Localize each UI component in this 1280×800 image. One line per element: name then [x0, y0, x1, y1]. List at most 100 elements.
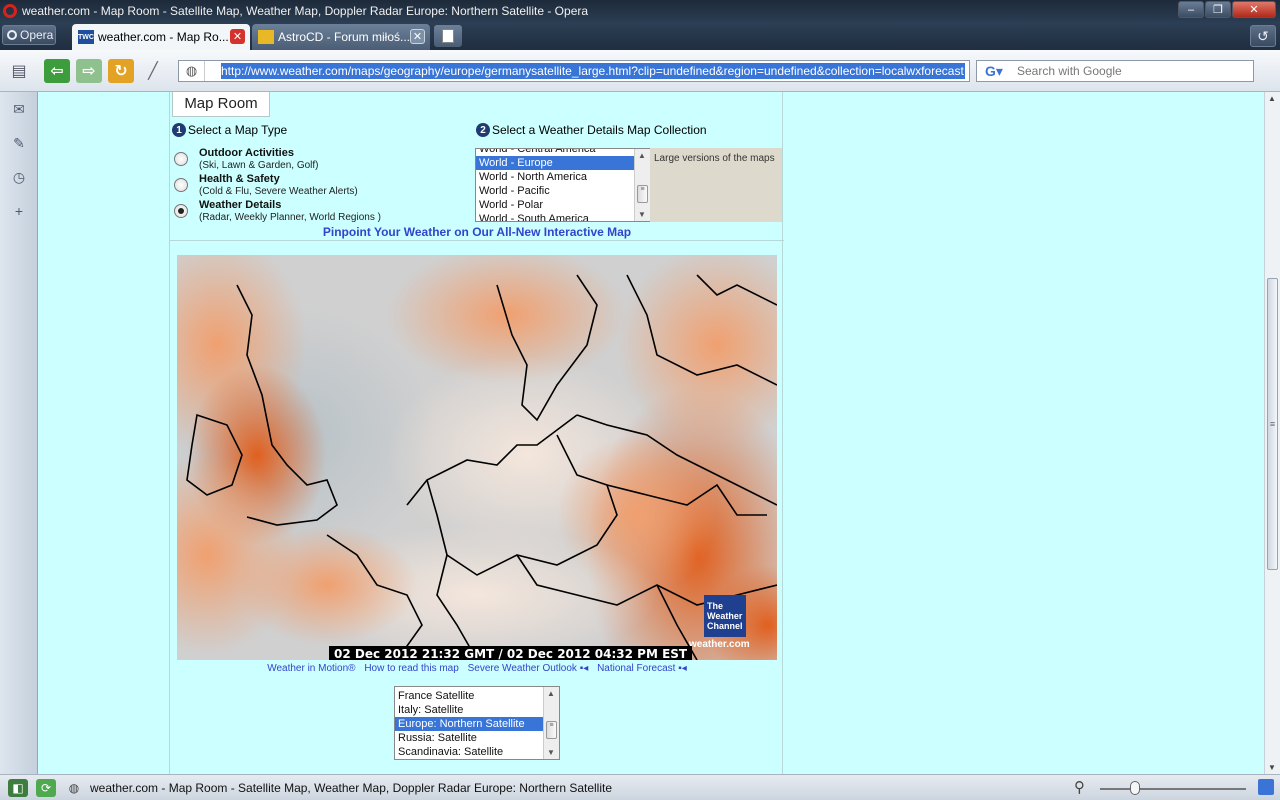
- logo-line: The: [707, 601, 724, 611]
- list-item[interactable]: World - Central America: [476, 149, 650, 156]
- option-outdoor-activities[interactable]: Outdoor Activities (Ski, Lawn & Garden, …: [174, 147, 319, 171]
- tab-label: weather.com - Map Ro...: [98, 30, 229, 44]
- maximize-button[interactable]: ❐: [1205, 1, 1231, 18]
- list-item[interactable]: Italy: Satellite: [395, 703, 559, 717]
- scroll-up-icon[interactable]: ▲: [1268, 94, 1276, 103]
- link-label: Severe Weather Outlook: [467, 663, 577, 674]
- opera-logo-icon: [3, 4, 17, 18]
- zoom-icon[interactable]: ⚲: [1074, 778, 1085, 796]
- page-scroll-thumb[interactable]: ≡: [1267, 278, 1278, 570]
- forward-button[interactable]: ⇨: [76, 59, 102, 83]
- tab-label: AstroCD - Forum miłoś...: [278, 30, 411, 44]
- list-item[interactable]: France Satellite: [395, 689, 559, 703]
- feeds-panel-button[interactable]: ✎: [8, 132, 30, 154]
- list-item[interactable]: World - North America: [476, 170, 650, 184]
- option-title: Outdoor Activities: [199, 147, 294, 159]
- region-listbox[interactable]: France Satellite Italy: Satellite Europe…: [394, 686, 560, 760]
- reload-icon: ↻: [114, 63, 128, 80]
- close-tab-icon[interactable]: ✕: [410, 29, 425, 44]
- tab-weather[interactable]: TWC weather.com - Map Ro... ✕: [72, 24, 250, 50]
- map-timestamp: 02 Dec 2012 21:32 GMT / 02 Dec 2012 04:3…: [329, 646, 693, 660]
- forward-arrow-icon: ⇨: [82, 63, 96, 80]
- history-icon: ◷: [12, 168, 26, 185]
- closed-tabs-button[interactable]: ↺: [1250, 25, 1276, 47]
- step-2-badge: 2: [476, 123, 490, 137]
- weather-details-radio[interactable]: [174, 204, 188, 218]
- address-input[interactable]: http://www.weather.com/maps/geography/eu…: [221, 63, 965, 79]
- scroll-up-icon[interactable]: ▲: [547, 689, 555, 698]
- link-label: National Forecast: [597, 663, 676, 674]
- zoom-control[interactable]: ⚲: [1070, 778, 1280, 798]
- collection-scrollbar[interactable]: ▲ ≡ ▼: [634, 149, 650, 221]
- scroll-down-icon[interactable]: ▼: [547, 748, 555, 757]
- status-text: weather.com - Map Room - Satellite Map, …: [90, 781, 613, 795]
- panel-toggle-button[interactable]: ▤: [6, 59, 32, 83]
- navigation-toolbar: ▤ ⇦ ⇨ ↻ ╱ ◍ http://www.weather.com/maps/…: [0, 50, 1280, 92]
- opera-menu-label: Opera: [20, 28, 54, 42]
- list-item[interactable]: Russia: Satellite: [395, 731, 559, 745]
- site-info-icon[interactable]: ◍: [64, 779, 84, 797]
- scroll-up-icon[interactable]: ▲: [638, 151, 646, 160]
- list-item[interactable]: World - Polar: [476, 198, 650, 212]
- zoom-menu-icon[interactable]: [1258, 779, 1274, 795]
- how-to-read-map-link[interactable]: How to read this map: [364, 663, 459, 674]
- outdoor-activities-radio[interactable]: [174, 152, 188, 166]
- scroll-down-icon[interactable]: ▼: [638, 210, 646, 219]
- google-search-icon[interactable]: G▾: [977, 61, 1011, 81]
- option-weather-details[interactable]: Weather Details (Radar, Weekly Planner, …: [174, 199, 381, 223]
- weather-channel-logo: The Weather Channel: [704, 595, 746, 637]
- close-tab-icon[interactable]: ✕: [230, 29, 245, 44]
- back-arrow-icon: ⇦: [50, 63, 64, 80]
- list-item-selected[interactable]: Europe: Northern Satellite: [395, 717, 559, 731]
- bookmarks-panel-button[interactable]: ✉: [8, 98, 30, 120]
- tab-astrocd[interactable]: AstroCD - Forum miłoś... ✕: [252, 24, 430, 50]
- page-viewport: Map Room 1 Select a Map Type Outdoor Act…: [38, 92, 1264, 774]
- new-tab-button[interactable]: [434, 25, 462, 47]
- scroll-thumb[interactable]: ≡: [637, 185, 648, 203]
- region-scrollbar[interactable]: ▲ ≡ ▼: [543, 687, 559, 759]
- zoom-slider-knob[interactable]: [1130, 781, 1140, 795]
- turbo-icon[interactable]: ⟳: [36, 778, 56, 797]
- site-info-icon[interactable]: ◍: [179, 61, 205, 81]
- feeds-icon: ✎: [13, 134, 25, 151]
- edit-site-button[interactable]: ╱: [140, 59, 166, 83]
- option-subtitle: (Radar, Weekly Planner, World Regions ): [199, 212, 381, 223]
- health-safety-radio[interactable]: [174, 178, 188, 192]
- address-bar[interactable]: ◍ http://www.weather.com/maps/geography/…: [178, 60, 970, 82]
- list-item-selected[interactable]: World - Europe: [476, 156, 650, 170]
- reload-button[interactable]: ↻: [108, 59, 134, 83]
- list-item[interactable]: World - South America: [476, 212, 650, 221]
- scroll-thumb[interactable]: ≡: [546, 721, 557, 739]
- logo-line: Weather: [707, 611, 743, 621]
- list-item[interactable]: Scandinavia: Satellite: [395, 745, 559, 759]
- scroll-down-icon[interactable]: ▼: [1268, 763, 1276, 772]
- page-scrollbar[interactable]: ▲ ≡ ▼: [1264, 92, 1280, 774]
- plus-icon: +: [14, 203, 24, 219]
- option-health-safety[interactable]: Health & Safety (Cold & Flu, Severe Weat…: [174, 173, 358, 197]
- collection-listbox[interactable]: World - Central America World - Europe W…: [475, 148, 651, 222]
- minimize-button[interactable]: ‒: [1178, 1, 1204, 18]
- tab-bar: Opera TWC weather.com - Map Ro... ✕ Astr…: [0, 22, 1280, 50]
- history-panel-button[interactable]: ◷: [8, 166, 30, 188]
- search-bar[interactable]: G▾ Search with Google: [976, 60, 1254, 82]
- window-titlebar: weather.com - Map Room - Satellite Map, …: [0, 0, 1280, 22]
- weather-in-motion-link[interactable]: Weather in Motion®: [267, 663, 355, 674]
- severe-weather-outlook-link[interactable]: Severe Weather Outlook ▪◂: [468, 663, 589, 674]
- folder-favicon-icon: [258, 30, 274, 44]
- list-item[interactable]: World - Pacific: [476, 184, 650, 198]
- panel-toggle-icon[interactable]: ◧: [8, 778, 28, 797]
- video-camera-icon: ▪◂: [579, 663, 589, 674]
- option-subtitle: (Ski, Lawn & Garden, Golf): [199, 160, 319, 171]
- national-forecast-link[interactable]: National Forecast ▪◂: [597, 663, 687, 674]
- opera-menu-button[interactable]: Opera: [2, 25, 56, 45]
- bookmarks-icon: ✉: [13, 100, 25, 117]
- video-camera-icon: ▪◂: [678, 663, 687, 674]
- zoom-track[interactable]: [1100, 788, 1246, 790]
- add-panel-button[interactable]: +: [8, 200, 30, 222]
- map-room-tab[interactable]: Map Room: [172, 92, 270, 117]
- interactive-map-link[interactable]: Pinpoint Your Weather on Our All-New Int…: [170, 225, 784, 239]
- back-button[interactable]: ⇦: [44, 59, 70, 83]
- satellite-map: The Weather Channel weather.com 02 Dec 2…: [177, 255, 777, 660]
- close-window-button[interactable]: ✕: [1232, 1, 1276, 18]
- search-input[interactable]: Search with Google: [1017, 64, 1122, 78]
